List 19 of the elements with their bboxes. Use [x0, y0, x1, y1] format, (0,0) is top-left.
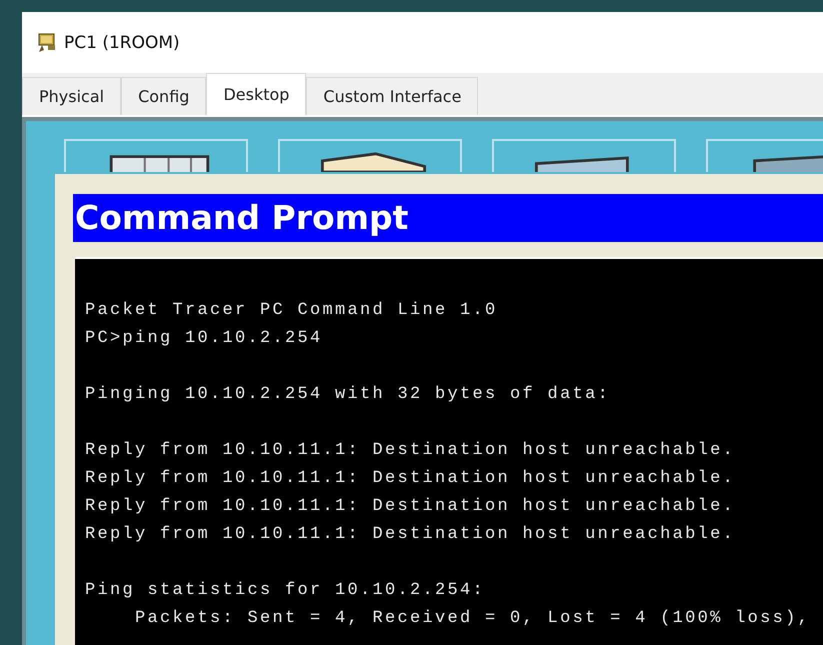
window-title: PC1 (1ROOM)	[64, 32, 180, 52]
tab[interactable]: Config	[121, 77, 206, 115]
panel-title: Command Prompt	[73, 194, 823, 242]
tab[interactable]: Custom Interface	[306, 77, 478, 115]
terminal-line: Reply from 10.10.11.1: Destination host unreachable.	[85, 496, 736, 518]
terminal-line: Packets: Sent = 4, Received = 0, Lost = 4 (100% loss),	[134, 608, 812, 630]
app-tile[interactable]	[64, 139, 248, 172]
terminal-line: Packet Tracer PC Command Line 1.0	[85, 300, 499, 322]
tab[interactable]: Physical	[22, 77, 122, 115]
terminal-line: Reply from 10.10.11.1: Destination host unreachable.	[85, 440, 736, 462]
terminal-line: Ping statistics for 10.10.2.254:	[85, 580, 486, 602]
tab[interactable]: Desktop	[206, 73, 306, 115]
terminal-line: Reply from 10.10.11.1: Destination host unreachable.	[85, 468, 736, 490]
app-tile[interactable]	[278, 139, 462, 172]
terminal-line: Pinging 10.10.2.254 with 32 bytes of data:	[85, 384, 612, 406]
terminal-line: Reply from 10.10.11.1: Destination host unreachable.	[85, 524, 736, 546]
terminal-line: PC>ping 10.10.2.254	[85, 328, 324, 350]
computer-icon	[36, 32, 58, 54]
app-tile[interactable]	[492, 139, 676, 172]
